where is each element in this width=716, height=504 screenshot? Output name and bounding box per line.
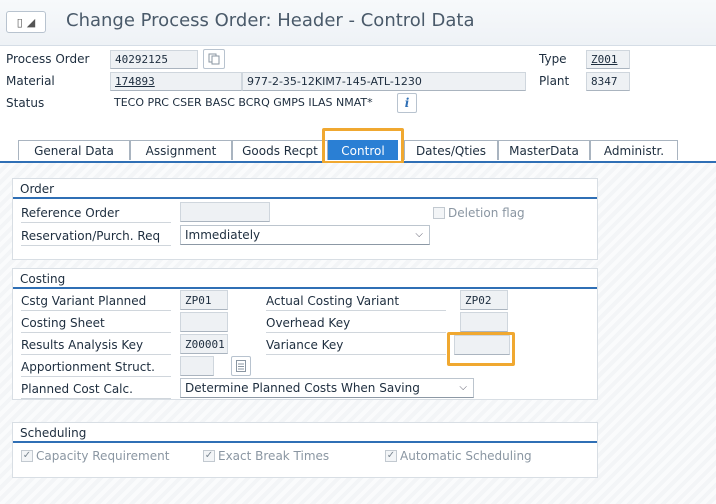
reservation-value: Immediately [185, 228, 261, 242]
costing-sheet-label: Costing Sheet [21, 316, 171, 333]
costing-group-title: Costing [20, 272, 66, 286]
costing-group-rule [13, 287, 597, 289]
results-analysis-key-field[interactable]: Z00001 [180, 334, 228, 354]
reference-order-field[interactable] [180, 202, 270, 222]
exact-break-times-checkbox[interactable]: ✓ Exact Break Times [203, 449, 329, 463]
overhead-key-field[interactable] [460, 312, 508, 332]
scheduling-group-title: Scheduling [20, 426, 87, 440]
costing-sheet-field[interactable] [180, 312, 228, 332]
material-field[interactable]: 174893 [110, 72, 242, 91]
overhead-key-label: Overhead Key [266, 316, 446, 333]
copy-icon[interactable] [203, 49, 225, 69]
checkmark-icon[interactable]: ✓ [21, 450, 33, 462]
results-analysis-key-label: Results Analysis Key [21, 338, 171, 355]
process-order-label: Process Order [6, 52, 90, 66]
planned-cost-calc-label: Planned Cost Calc. [21, 382, 171, 399]
automatic-scheduling-checkbox[interactable]: ✓ Automatic Scheduling [385, 449, 532, 463]
order-group-rule [13, 197, 597, 199]
capacity-requirement-label: Capacity Requirement [36, 449, 170, 463]
tab-dates-qties[interactable]: Dates/Qties [404, 140, 498, 160]
deletion-flag-checkbox[interactable]: Deletion flag [433, 206, 525, 220]
exact-break-times-label: Exact Break Times [218, 449, 330, 463]
menu-icon: ▯ [16, 15, 23, 29]
material-description: 977-2-35-12KIM7-145-ATL-1230 [242, 72, 526, 91]
menu-button[interactable]: ▯ ◢ [6, 11, 46, 33]
chevron-down-icon: ◢ [26, 15, 36, 29]
scheduling-group-rule [13, 441, 597, 443]
process-order-field[interactable]: 40292125 [110, 50, 198, 69]
reference-order-label: Reference Order [21, 206, 171, 223]
checkmark-icon[interactable]: ✓ [203, 450, 215, 462]
reservation-label: Reservation/Purch. Req [21, 229, 171, 246]
title-bar: ▯ ◢ Change Process Order: Header - Contr… [0, 0, 716, 46]
cstg-variant-planned-field[interactable]: ZP01 [180, 290, 228, 310]
plant-field[interactable]: 8347 [586, 72, 630, 91]
actual-costing-variant-field[interactable]: ZP02 [460, 290, 508, 310]
scheduling-group: Scheduling ✓ Capacity Requirement ✓ Exac… [12, 422, 598, 478]
deletion-flag-box[interactable] [433, 207, 445, 219]
order-group-title: Order [20, 182, 55, 196]
automatic-scheduling-label: Automatic Scheduling [400, 449, 532, 463]
type-field[interactable]: Z001 [586, 50, 630, 69]
chevron-down-icon: ⌵ [459, 382, 467, 393]
type-label: Type [539, 52, 567, 66]
actual-costing-variant-label: Actual Costing Variant [266, 294, 446, 311]
deletion-flag-label: Deletion flag [448, 206, 525, 220]
status-label: Status [6, 96, 45, 110]
chevron-down-icon: ⌵ [415, 229, 423, 240]
variance-key-highlight-box [447, 332, 515, 366]
capacity-requirement-checkbox[interactable]: ✓ Capacity Requirement [21, 449, 169, 463]
material-label: Material [6, 74, 55, 88]
cstg-variant-planned-label: Cstg Variant Planned [21, 294, 171, 311]
page-title: Change Process Order: Header - Control D… [66, 10, 475, 31]
tab-general-data[interactable]: General Data [18, 140, 130, 160]
search-help-icon[interactable] [231, 356, 251, 376]
order-group: Order Reference Order Deletion flag Rese… [12, 178, 598, 260]
tab-assignment[interactable]: Assignment [130, 140, 232, 160]
tab-administr[interactable]: Administr. [590, 140, 678, 160]
tab-masterdata[interactable]: MasterData [498, 140, 590, 160]
apportionment-struct-field[interactable] [180, 356, 214, 376]
planned-cost-calc-select[interactable]: Determine Planned Costs When Saving ⌵ [180, 378, 474, 398]
apportionment-struct-label: Apportionment Struct. [21, 360, 171, 377]
plant-label: Plant [539, 74, 570, 88]
planned-cost-calc-value: Determine Planned Costs When Saving [185, 381, 420, 395]
tab-goods-recpt[interactable]: Goods Recpt [232, 140, 328, 160]
variance-key-label: Variance Key [266, 338, 446, 355]
status-value: TECO PRC CSER BASC BCRQ GMPS ILAS NMAT* [114, 96, 373, 109]
info-icon[interactable]: i [397, 93, 417, 113]
checkmark-icon[interactable]: ✓ [385, 450, 397, 462]
reservation-select[interactable]: Immediately ⌵ [180, 225, 430, 245]
tab-highlight-box [322, 128, 404, 164]
